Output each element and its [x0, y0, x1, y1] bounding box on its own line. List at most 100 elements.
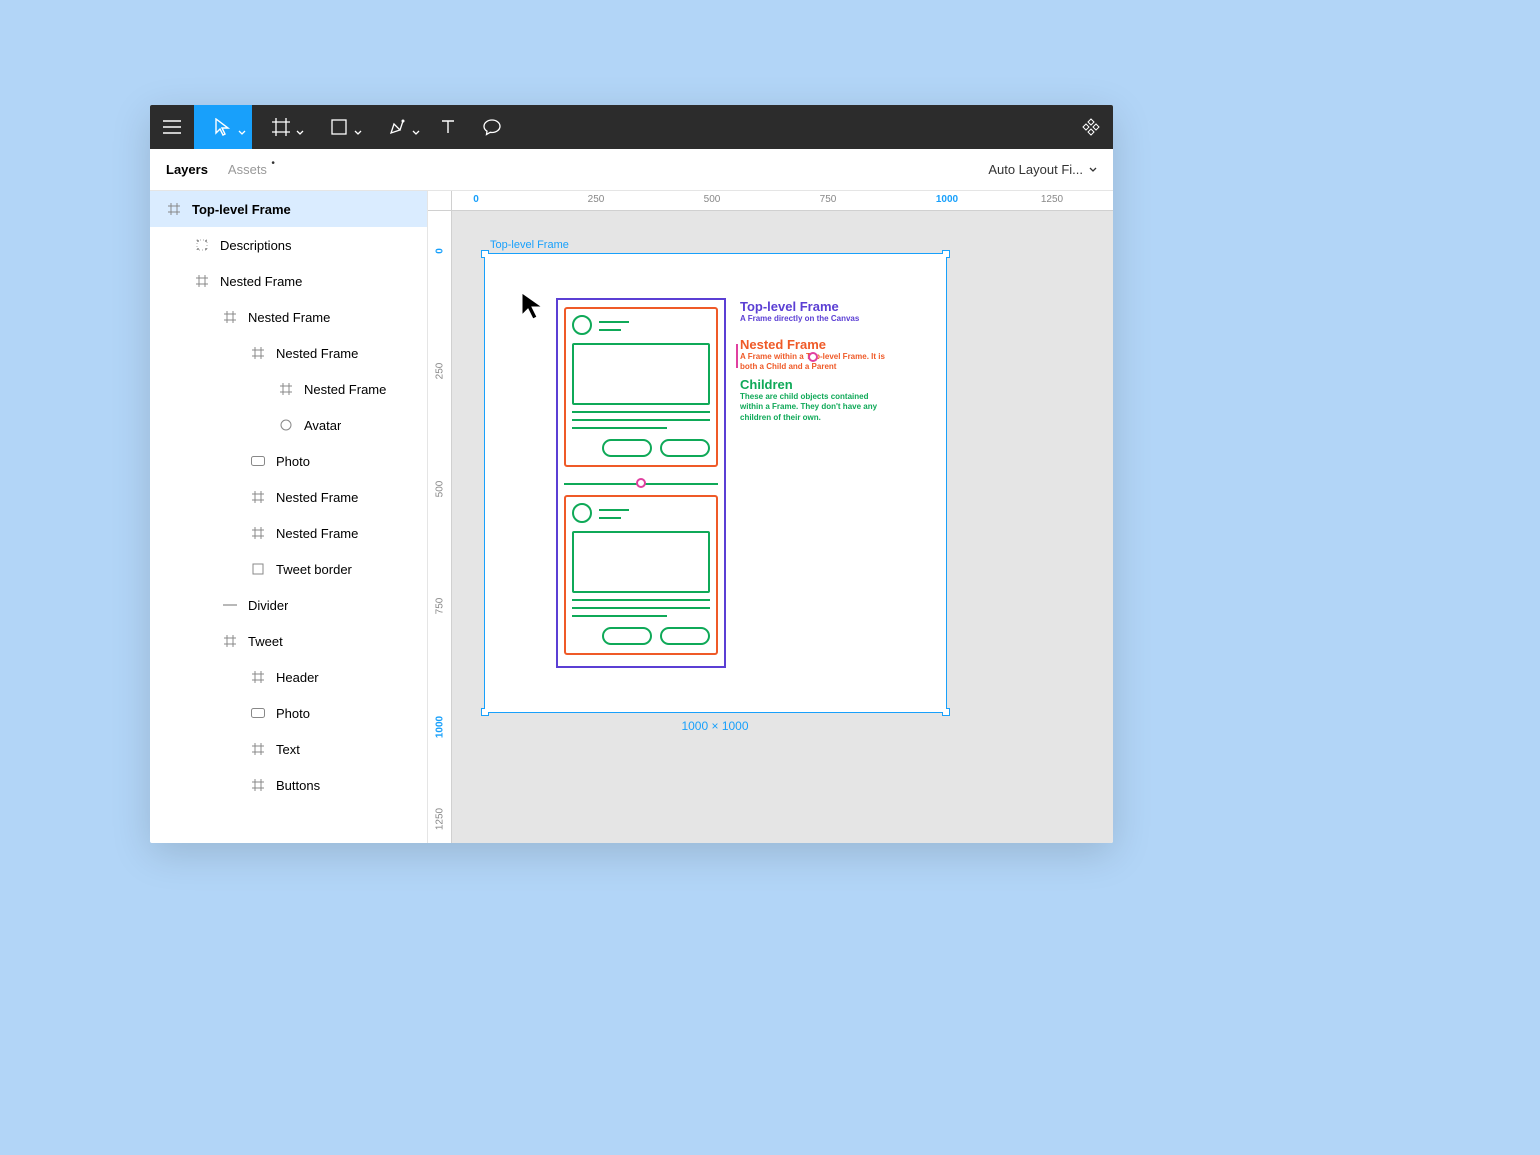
layer-label: Tweet	[248, 634, 283, 649]
layer-row[interactable]: Tweet border	[150, 551, 427, 587]
text-line[interactable]	[572, 411, 710, 413]
layer-row[interactable]: Photo	[150, 695, 427, 731]
button-pill[interactable]	[660, 627, 710, 645]
ruler-tick: 0	[473, 194, 479, 205]
ruler-tick: 0	[434, 248, 445, 254]
frame-icon	[250, 671, 266, 683]
layer-label: Top-level Frame	[192, 202, 291, 217]
frame-icon	[250, 779, 266, 791]
frame-label[interactable]: Top-level Frame	[490, 239, 569, 251]
ruler-tick: 1250	[434, 808, 445, 830]
layers-panel[interactable]: Top-level FrameDescriptionsNested FrameN…	[150, 191, 428, 843]
layer-row[interactable]: Text	[150, 731, 427, 767]
chevron-down-icon	[354, 130, 362, 135]
frame-icon	[166, 203, 182, 215]
button-pill[interactable]	[660, 439, 710, 457]
layer-label: Nested Frame	[304, 382, 386, 397]
layer-label: Nested Frame	[276, 526, 358, 541]
text-line[interactable]	[599, 509, 629, 511]
edit-handle[interactable]	[636, 478, 646, 488]
ruler-tick: 500	[704, 194, 721, 205]
annotation-title: Top-level Frame	[740, 299, 890, 314]
comment-tool[interactable]	[470, 105, 514, 149]
layer-label: Header	[276, 670, 319, 685]
layer-label: Divider	[248, 598, 288, 613]
toolbar	[150, 105, 1113, 149]
layer-label: Tweet border	[276, 562, 352, 577]
layer-row[interactable]: Descriptions	[150, 227, 427, 263]
layer-row[interactable]: Top-level Frame	[150, 191, 427, 227]
layer-row[interactable]: Photo	[150, 443, 427, 479]
ruler-tick: 750	[434, 598, 445, 615]
main-area: Top-level FrameDescriptionsNested FrameN…	[150, 191, 1113, 843]
photo-frame[interactable]	[572, 531, 710, 593]
tab-assets[interactable]: Assets	[228, 162, 267, 177]
annotation-top-frame: Top-level Frame A Frame directly on the …	[740, 299, 890, 324]
text-line[interactable]	[599, 517, 621, 519]
layer-label: Avatar	[304, 418, 341, 433]
cursor-pointer-icon	[520, 291, 546, 326]
avatar[interactable]	[572, 503, 592, 523]
layer-label: Photo	[276, 706, 310, 721]
app-window: Layers Assets Auto Layout Fi... Top-leve…	[150, 105, 1113, 843]
layer-label: Nested Frame	[220, 274, 302, 289]
layer-row[interactable]: Nested Frame	[150, 335, 427, 371]
line-icon	[222, 603, 238, 607]
edit-handle[interactable]	[808, 352, 818, 362]
layer-row[interactable]: Header	[150, 659, 427, 695]
button-pill[interactable]	[602, 627, 652, 645]
text-line[interactable]	[572, 615, 667, 617]
pen-icon	[388, 118, 406, 136]
text-icon	[440, 119, 456, 135]
layer-row[interactable]: Avatar	[150, 407, 427, 443]
selection-dimensions: 1000 × 1000	[681, 719, 748, 733]
text-line[interactable]	[572, 607, 710, 609]
page-name: Auto Layout Fi...	[988, 162, 1083, 177]
frame-icon	[222, 635, 238, 647]
layer-row[interactable]: Nested Frame	[150, 263, 427, 299]
move-tool[interactable]	[194, 105, 252, 149]
pen-tool[interactable]	[368, 105, 426, 149]
text-line[interactable]	[572, 427, 667, 429]
layer-row[interactable]: Nested Frame	[150, 479, 427, 515]
rect-icon	[250, 563, 266, 575]
menu-button[interactable]	[150, 105, 194, 149]
ruler-tick: 250	[434, 363, 445, 380]
frame-icon	[250, 527, 266, 539]
tab-layers[interactable]: Layers	[166, 162, 208, 177]
avatar[interactable]	[572, 315, 592, 335]
layer-row[interactable]: Divider	[150, 587, 427, 623]
layer-row[interactable]: Buttons	[150, 767, 427, 803]
layer-row[interactable]: Nested Frame	[150, 371, 427, 407]
text-line[interactable]	[572, 419, 710, 421]
annotation-title: Children	[740, 377, 890, 392]
components-button[interactable]	[1069, 105, 1113, 149]
chevron-down-icon	[1089, 167, 1097, 172]
cursor-icon	[215, 118, 231, 136]
text-line[interactable]	[599, 329, 621, 331]
canvas[interactable]: Top-level Frame	[452, 211, 1113, 843]
annotation-desc: A Frame directly on the Canvas	[740, 314, 890, 324]
layer-label: Nested Frame	[276, 490, 358, 505]
layer-row[interactable]: Tweet	[150, 623, 427, 659]
layer-row[interactable]: Nested Frame	[150, 299, 427, 335]
text-line[interactable]	[599, 321, 629, 323]
ruler-horizontal: 0 250 500 750 1000 1250	[452, 191, 1113, 211]
photo-frame[interactable]	[572, 343, 710, 405]
hamburger-icon	[163, 120, 181, 134]
frame-icon	[194, 275, 210, 287]
frame-icon	[278, 383, 294, 395]
layer-label: Buttons	[276, 778, 320, 793]
layer-row[interactable]: Nested Frame	[150, 515, 427, 551]
canvas-wrap: 0 250 500 750 1000 1250 0 250 500 750 10…	[428, 191, 1113, 843]
image-icon	[250, 708, 266, 718]
ruler-tick: 1000	[434, 716, 445, 738]
button-pill[interactable]	[602, 439, 652, 457]
circle-icon	[278, 419, 294, 431]
annotation-children: Children These are child objects contain…	[740, 377, 890, 423]
frame-tool[interactable]	[252, 105, 310, 149]
text-line[interactable]	[572, 599, 710, 601]
shape-tool[interactable]	[310, 105, 368, 149]
text-tool[interactable]	[426, 105, 470, 149]
page-selector[interactable]: Auto Layout Fi...	[988, 162, 1097, 177]
